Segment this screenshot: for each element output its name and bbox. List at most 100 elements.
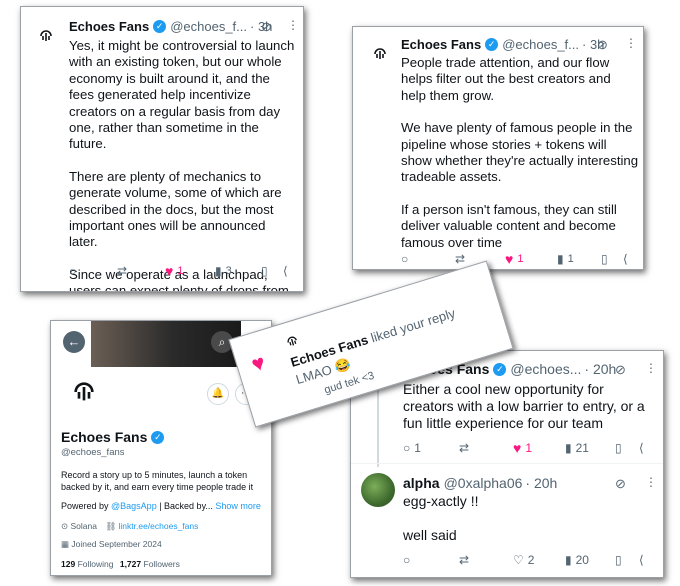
following-count[interactable]: 129 bbox=[61, 559, 75, 569]
grok-icon[interactable]: ⊘ bbox=[615, 476, 626, 492]
like-count: 2 bbox=[527, 553, 535, 567]
view-count: 1 bbox=[567, 253, 574, 265]
retweet-icon[interactable]: ⇄ bbox=[459, 553, 513, 567]
bookmark-icon[interactable]: ▯ bbox=[261, 264, 283, 278]
author-handle[interactable]: @echoes... bbox=[510, 361, 581, 377]
like-button[interactable]: ♡ 2 bbox=[513, 553, 565, 567]
profile-website[interactable]: linktr.ee/echoes_fans bbox=[119, 521, 199, 531]
grok-icon[interactable]: ⊘ bbox=[261, 19, 272, 35]
tweet-text: Yes, it might be controversial to launch… bbox=[69, 38, 297, 291]
verified-badge-icon: ✓ bbox=[493, 362, 507, 376]
reply-button[interactable]: ○ 1 bbox=[403, 441, 459, 455]
tweet-card-1: Echoes Fans ✓ @echoes_f... · 3h ⊘ ⋮ Yes,… bbox=[20, 6, 304, 292]
reply-icon[interactable]: ○ bbox=[403, 553, 459, 567]
followers-label[interactable]: Followers bbox=[144, 559, 180, 569]
show-more-link[interactable]: Show more bbox=[215, 501, 261, 511]
calendar-icon: ▦ bbox=[61, 539, 70, 549]
views-button[interactable]: ▮ 20 bbox=[565, 553, 615, 567]
share-icon[interactable]: ⟨ bbox=[283, 264, 288, 278]
views-button[interactable]: ▮ 1 bbox=[557, 252, 601, 266]
verified-badge-icon: ✓ bbox=[485, 38, 499, 51]
reply-author-handle[interactable]: @0xalpha06 bbox=[444, 475, 523, 491]
bookmark-icon[interactable]: ▯ bbox=[615, 553, 639, 567]
reply-icon[interactable]: ○ bbox=[69, 264, 117, 278]
tweet-text: Either a cool new opportunity for creato… bbox=[403, 381, 645, 431]
echoes-logo-icon bbox=[287, 336, 297, 346]
more-options-icon[interactable]: ⋮ bbox=[287, 18, 299, 32]
tweet-actions: ○ ⇄ ♥ 1 ▮ 1 ▯ ⟨ bbox=[401, 251, 637, 267]
following-label[interactable]: Following bbox=[78, 559, 114, 569]
reply-avatar[interactable] bbox=[361, 473, 395, 507]
bookmark-icon[interactable]: ▯ bbox=[601, 252, 623, 266]
tweet-header: Echoes Fans ✓ @echoes_f... · 3h bbox=[401, 37, 604, 52]
thread-card: Echoes Fans ✓ @echoes... · 20h ⊘ ⋮ Eithe… bbox=[350, 350, 664, 578]
tweet-card-2: Echoes Fans ✓ @echoes_f... · 3h ⊘ ⋮ Peop… bbox=[352, 26, 644, 270]
location-icon: ⊙ bbox=[61, 521, 69, 531]
like-count: 1 bbox=[517, 253, 524, 265]
reply-count: 1 bbox=[414, 441, 421, 455]
reply-text: egg-xactly !! well said bbox=[403, 493, 653, 544]
like-button[interactable]: ♥ 1 bbox=[165, 263, 215, 279]
author-name[interactable]: Echoes Fans bbox=[69, 19, 149, 34]
profile-name: Echoes Fans bbox=[61, 429, 148, 445]
notifications-bell-icon[interactable]: 🔔 bbox=[207, 383, 229, 405]
reply-line: well said bbox=[403, 527, 457, 543]
heart-icon: ♥ bbox=[165, 263, 174, 279]
link-icon: ⛓ bbox=[105, 521, 117, 531]
reply-icon[interactable]: ○ bbox=[401, 252, 455, 266]
share-icon[interactable]: ⟨ bbox=[639, 441, 644, 455]
more-options-icon[interactable]: ⋮ bbox=[645, 361, 657, 375]
followers-count[interactable]: 1,727 bbox=[120, 559, 141, 569]
author-handle[interactable]: @echoes_f... bbox=[170, 19, 247, 34]
powered-suffix: | Backed by... bbox=[156, 501, 216, 511]
views-icon: ▮ bbox=[215, 264, 222, 278]
reply-author-name[interactable]: alpha bbox=[403, 475, 440, 491]
reply-header: alpha @0xalpha06 · 20h bbox=[403, 475, 557, 491]
heart-icon: ♡ bbox=[513, 553, 524, 567]
profile-joined-row: ▦ Joined September 2024 bbox=[61, 539, 162, 550]
echoes-logo-icon bbox=[374, 48, 386, 59]
tweet-header: Echoes Fans ✓ @echoes_f... · 3h bbox=[69, 19, 272, 34]
heart-icon: ♥ bbox=[248, 349, 269, 378]
bagsapp-link[interactable]: @BagsApp bbox=[111, 501, 157, 511]
powered-prefix: Powered by bbox=[61, 501, 112, 511]
views-icon: ▮ bbox=[557, 252, 564, 266]
view-count: 3 bbox=[225, 265, 232, 277]
profile-name-row: Echoes Fans ✓ bbox=[61, 429, 168, 445]
retweet-icon[interactable]: ⇄ bbox=[117, 264, 165, 278]
reply-time[interactable]: · 20h bbox=[525, 475, 557, 491]
like-button[interactable]: ♥ 1 bbox=[513, 440, 565, 456]
tweet-paragraph: If a person isn't famous, they can still… bbox=[401, 201, 617, 250]
thread-connector-line bbox=[377, 389, 379, 467]
more-options-icon[interactable]: ⋮ bbox=[625, 36, 637, 50]
bookmark-icon[interactable]: ▯ bbox=[615, 441, 639, 455]
profile-meta-row: ⊙ Solana ⛓ linktr.ee/echoes_fans bbox=[61, 521, 198, 532]
grok-icon[interactable]: ⊘ bbox=[597, 37, 608, 53]
back-button[interactable]: ← bbox=[63, 331, 85, 353]
tweet-paragraph: We have plenty of famous people in the p… bbox=[401, 120, 639, 185]
grok-icon[interactable]: ⊘ bbox=[615, 362, 626, 378]
views-button[interactable]: ▮ 3 bbox=[215, 264, 261, 278]
reply-actions: ○ ⇄ ♡ 2 ▮ 20 ▯ ⟨ bbox=[403, 553, 655, 567]
profile-joined: Joined September 2024 bbox=[71, 539, 162, 549]
tweet-actions: ○ 1 ⇄ ♥ 1 ▮ 21 ▯ ⟨ bbox=[403, 440, 655, 456]
retweet-icon[interactable]: ⇄ bbox=[459, 441, 513, 455]
author-name[interactable]: Echoes Fans bbox=[401, 37, 481, 52]
tweet-paragraph: Yes, it might be controversial to launch… bbox=[69, 38, 295, 152]
views-button[interactable]: ▮ 21 bbox=[565, 441, 615, 455]
notification-action: liked your reply bbox=[368, 305, 457, 346]
views-icon: ▮ bbox=[565, 553, 572, 567]
profile-avatar bbox=[74, 382, 94, 401]
tweet-paragraph: People trade attention, and our flow hel… bbox=[401, 55, 611, 103]
profile-location: Solana bbox=[70, 521, 97, 531]
share-icon[interactable]: ⟨ bbox=[639, 553, 644, 567]
profile-powered-by: Powered by @BagsApp | Backed by... Show … bbox=[61, 501, 261, 511]
tweet-time[interactable]: · 20h bbox=[584, 361, 616, 377]
profile-bio: Record a story up to 5 minutes, launch a… bbox=[61, 470, 254, 492]
author-handle[interactable]: @echoes_f... bbox=[502, 37, 579, 52]
like-button[interactable]: ♥ 1 bbox=[505, 251, 557, 267]
share-icon[interactable]: ⟨ bbox=[623, 252, 628, 266]
echoes-logo-icon bbox=[40, 30, 52, 41]
verified-badge-icon: ✓ bbox=[153, 20, 167, 33]
more-options-icon[interactable]: ⋮ bbox=[645, 475, 657, 489]
